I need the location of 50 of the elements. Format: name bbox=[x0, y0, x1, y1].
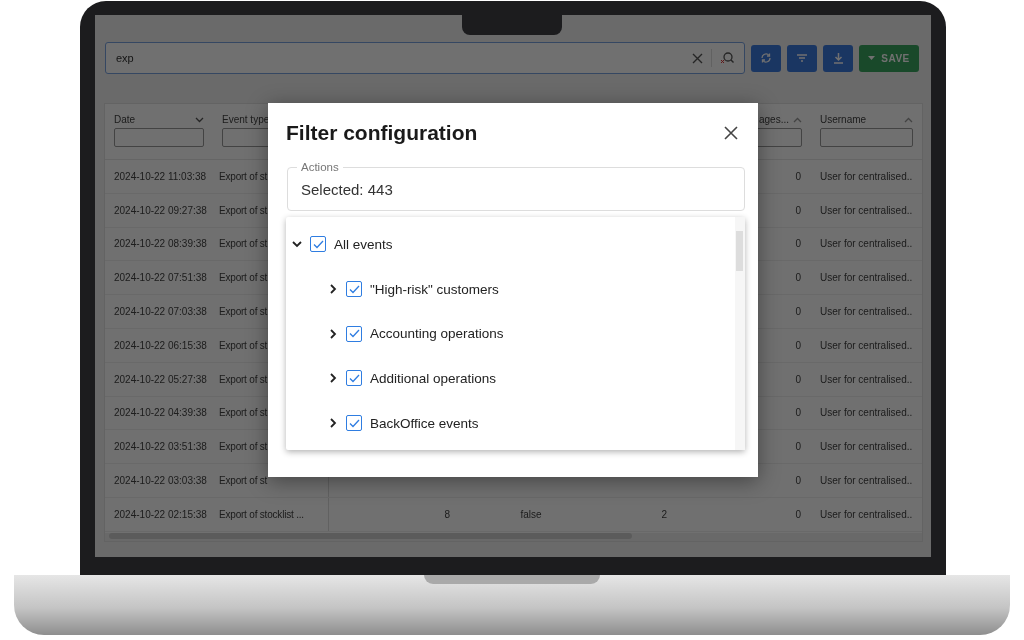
table-cell: 0 bbox=[795, 407, 801, 419]
table-cell: 2024-10-22 06:15:38 bbox=[114, 339, 207, 351]
table-cell: User for centralised.. bbox=[820, 407, 913, 419]
field-label: Actions bbox=[297, 161, 343, 173]
table-cell: 2 bbox=[661, 508, 667, 520]
table-cell: 2024-10-22 05:27:38 bbox=[114, 373, 207, 385]
table-cell: 2024-10-22 08:39:38 bbox=[114, 238, 207, 250]
dialog-title: Filter configuration bbox=[286, 121, 478, 145]
table-cell: 0 bbox=[795, 339, 801, 351]
table-cell: 0 bbox=[795, 204, 801, 216]
table-cell: Export of stocklist ... bbox=[219, 508, 304, 520]
table-cell: 8 bbox=[444, 508, 450, 520]
table-cell: 2024-10-22 03:51:38 bbox=[114, 441, 207, 453]
table-cell: Export of st bbox=[219, 475, 268, 487]
table-cell: Export of st bbox=[219, 170, 268, 182]
table-cell: 0 bbox=[795, 508, 801, 520]
table-cell: 2024-10-22 04:39:38 bbox=[114, 407, 207, 419]
table-cell: Export of st bbox=[219, 407, 268, 419]
table-cell: 0 bbox=[795, 238, 801, 250]
table-cell: Export of st bbox=[219, 272, 268, 284]
table-cell: User for centralised.. bbox=[820, 441, 913, 453]
table-cell: User for centralised.. bbox=[820, 272, 913, 284]
table-cell: 0 bbox=[795, 170, 801, 182]
table-cell: User for centralised.. bbox=[820, 373, 913, 385]
field-value: Selected: 443 bbox=[301, 180, 393, 198]
table-cell: User for centralised.. bbox=[820, 475, 913, 487]
table-cell: Export of st bbox=[219, 306, 268, 318]
table-cell: User for centralised.. bbox=[820, 204, 913, 216]
table-cell: User for centralised.. bbox=[820, 238, 913, 250]
table-cell: 0 bbox=[795, 306, 801, 318]
table-cell: Export of st bbox=[219, 441, 268, 453]
table-cell: 0 bbox=[795, 441, 801, 453]
table-cell: User for centralised.. bbox=[820, 508, 913, 520]
table-cell: 0 bbox=[795, 475, 801, 487]
table-cell: 2024-10-22 03:03:38 bbox=[114, 475, 207, 487]
table-cell: 2024-10-22 07:03:38 bbox=[114, 306, 207, 318]
table-cell: Export of st bbox=[219, 204, 268, 216]
table-cell: false bbox=[520, 508, 542, 520]
table-cell: Export of st bbox=[219, 339, 268, 351]
table-cell: User for centralised.. bbox=[820, 170, 913, 182]
table-cell: 2024-10-22 11:03:38 bbox=[114, 170, 207, 182]
table-cell: Export of st bbox=[219, 238, 268, 250]
table-cell: User for centralised.. bbox=[820, 306, 913, 318]
table-cell: 2024-10-22 02:15:38 bbox=[114, 508, 207, 520]
table-cell: 0 bbox=[795, 272, 801, 284]
table-cell: 2024-10-22 09:27:38 bbox=[114, 204, 207, 216]
table-cell: 0 bbox=[795, 373, 801, 385]
table-cell: 2024-10-22 07:51:38 bbox=[114, 272, 207, 284]
table-cell: Export of st bbox=[219, 373, 268, 385]
table-cell: User for centralised.. bbox=[820, 339, 913, 351]
